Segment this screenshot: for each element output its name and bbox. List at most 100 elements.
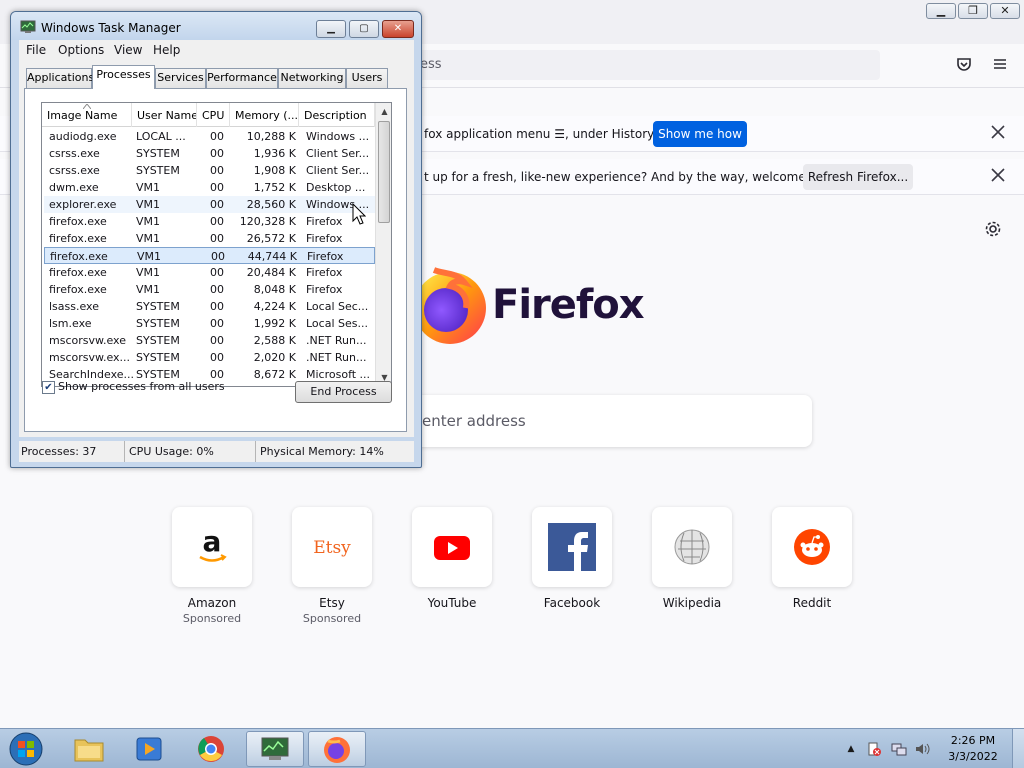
cell-user-name: VM1 — [136, 198, 161, 211]
cell-image-name: firefox.exe — [49, 283, 107, 296]
start-button[interactable] — [6, 730, 46, 768]
chrome-icon — [198, 736, 224, 762]
menu-file[interactable]: File — [26, 43, 46, 57]
menu-options[interactable]: Options — [58, 43, 104, 57]
firefox-restore-button[interactable]: ❐ — [958, 3, 988, 19]
shortcut-reddit[interactable] — [772, 507, 852, 587]
cell-memory: 28,560 K — [246, 198, 296, 211]
taskbar-explorer[interactable] — [60, 731, 118, 767]
taskbar-media-player[interactable] — [120, 731, 178, 767]
task-manager-titlebar[interactable]: Windows Task Manager ▁ ▢ ✕ — [11, 12, 421, 40]
table-row[interactable]: explorer.exe VM1 00 28,560 K Windows ... — [44, 196, 375, 213]
process-list-header: Image Name User Name CPU Memory (... Des… — [42, 103, 375, 127]
table-row[interactable]: audiodg.exe LOCAL ... 00 10,288 K Windows ..… — [44, 128, 375, 145]
table-row[interactable]: firefox.exe VM1 00 44,744 K Firefox — [44, 247, 375, 264]
pocket-icon[interactable] — [955, 56, 973, 74]
minimize-button[interactable]: ▁ — [316, 20, 346, 38]
show-me-how-button[interactable]: Show me how — [653, 121, 747, 147]
scrollbar-thumb[interactable] — [378, 121, 390, 223]
table-row[interactable]: firefox.exe VM1 00 20,484 K Firefox — [44, 264, 375, 281]
tab-performance[interactable]: Performance — [206, 68, 278, 88]
action-center-icon[interactable] — [866, 741, 882, 757]
etsy-logo-text: Etsy — [313, 538, 351, 558]
tab-applications[interactable]: Applications — [26, 68, 94, 88]
window-title: Windows Task Manager — [41, 21, 181, 35]
column-user-name[interactable]: User Name — [132, 103, 197, 127]
table-row[interactable]: csrss.exe SYSTEM 00 1,936 K Client Ser... — [44, 145, 375, 162]
cell-cpu: 00 — [210, 283, 224, 296]
status-bar: Processes: 37 CPU Usage: 0% Physical Mem… — [19, 441, 414, 462]
table-row[interactable]: mscorsvw.exe SYSTEM 00 2,588 K .NET Run... — [44, 332, 375, 349]
vertical-scrollbar[interactable]: ▲ ▼ — [375, 103, 391, 386]
cell-description: Firefox — [306, 266, 343, 279]
column-memory[interactable]: Memory (... — [230, 103, 299, 127]
maximize-button[interactable]: ▢ — [349, 20, 379, 38]
cell-cpu: 00 — [210, 266, 224, 279]
table-row[interactable]: firefox.exe VM1 00 8,048 K Firefox — [44, 281, 375, 298]
shortcut-wikipedia[interactable] — [652, 507, 732, 587]
table-row[interactable]: dwm.exe VM1 00 1,752 K Desktop ... — [44, 179, 375, 196]
cell-cpu: 00 — [210, 232, 224, 245]
notification-text: t up for a fresh, like-new experience? A… — [424, 170, 843, 184]
tab-processes[interactable]: Processes — [92, 65, 155, 89]
menu-help[interactable]: Help — [153, 43, 180, 57]
search-input[interactable]: enter address — [400, 395, 812, 447]
hamburger-menu-icon[interactable] — [991, 56, 1009, 74]
table-row[interactable]: csrss.exe SYSTEM 00 1,908 K Client Ser... — [44, 162, 375, 179]
task-manager-icon — [261, 737, 289, 760]
cell-image-name: lsm.exe — [49, 317, 92, 330]
table-row[interactable]: mscorsvw.ex... SYSTEM 00 2,020 K .NET Run... — [44, 349, 375, 366]
table-row[interactable]: lsm.exe SYSTEM 00 1,992 K Local Ses... — [44, 315, 375, 332]
cell-cpu: 00 — [210, 181, 224, 194]
table-row[interactable]: firefox.exe VM1 00 26,572 K Firefox — [44, 230, 375, 247]
cell-cpu: 00 — [210, 147, 224, 160]
taskbar-chrome[interactable] — [182, 731, 240, 767]
show-desktop-button[interactable] — [1012, 729, 1024, 768]
close-icon[interactable] — [988, 167, 1008, 187]
volume-icon[interactable] — [914, 741, 930, 757]
tab-users[interactable]: Users — [346, 68, 388, 88]
show-hidden-icons-button[interactable]: ▲ — [843, 741, 859, 757]
shortcut-amazon[interactable]: a — [172, 507, 252, 587]
taskbar-firefox[interactable] — [308, 731, 366, 767]
taskbar-task-manager[interactable] — [246, 731, 304, 767]
system-clock[interactable]: 2:26 PM 3/3/2022 — [940, 733, 1006, 765]
tab-networking[interactable]: Networking — [278, 68, 346, 88]
column-cpu[interactable]: CPU — [197, 103, 230, 127]
gear-icon[interactable] — [983, 220, 1003, 240]
table-row[interactable]: lsass.exe SYSTEM 00 4,224 K Local Sec... — [44, 298, 375, 315]
cell-user-name: SYSTEM — [136, 334, 180, 347]
column-description[interactable]: Description — [299, 103, 375, 127]
cell-description: Local Sec... — [306, 300, 369, 313]
firefox-icon — [324, 737, 350, 763]
close-icon[interactable] — [988, 124, 1008, 144]
end-process-button[interactable]: End Process — [295, 381, 392, 403]
reddit-icon — [794, 529, 830, 565]
shortcut-etsy[interactable]: Etsy — [292, 507, 372, 587]
cell-image-name: mscorsvw.ex... — [49, 351, 131, 364]
shortcut-label: Reddit — [792, 596, 832, 610]
shortcut-youtube[interactable] — [412, 507, 492, 587]
close-button[interactable]: ✕ — [382, 20, 414, 38]
menu-view[interactable]: View — [114, 43, 142, 57]
cell-memory: 10,288 K — [246, 130, 296, 143]
shortcut-label: YouTube — [427, 596, 477, 610]
cell-memory: 1,752 K — [253, 181, 296, 194]
cell-image-name: explorer.exe — [49, 198, 117, 211]
amazon-icon: a — [199, 527, 227, 562]
process-list[interactable]: Image Name User Name CPU Memory (... Des… — [41, 102, 392, 387]
cell-user-name: VM1 — [136, 283, 161, 296]
network-icon[interactable] — [891, 741, 907, 757]
shortcut-sponsored: Sponsored — [182, 612, 242, 625]
firefox-close-button[interactable]: ✕ — [990, 3, 1020, 19]
show-all-users-label[interactable]: Show processes from all users — [58, 380, 225, 393]
tab-services[interactable]: Services — [155, 68, 206, 88]
firefox-minimize-button[interactable]: ▁ — [926, 3, 956, 19]
refresh-firefox-button[interactable]: Refresh Firefox... — [803, 164, 913, 190]
cell-cpu: 00 — [210, 215, 224, 228]
show-all-users-checkbox[interactable]: ✔ — [42, 381, 55, 394]
scroll-up-icon[interactable]: ▲ — [376, 103, 391, 120]
table-row[interactable]: firefox.exe VM1 00 120,328 K Firefox — [44, 213, 375, 230]
sort-ascending-icon — [83, 104, 91, 109]
shortcut-facebook[interactable] — [532, 507, 612, 587]
